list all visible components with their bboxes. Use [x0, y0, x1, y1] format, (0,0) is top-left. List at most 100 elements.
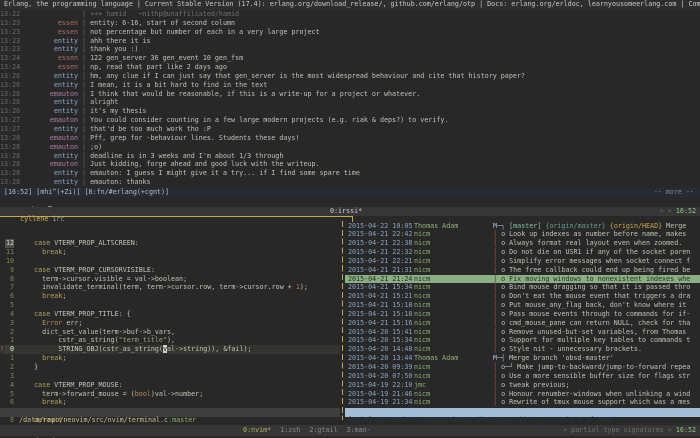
chat-line: 13:28emauton | Just kidding, forge ahead… [0, 160, 700, 169]
chat-message: ;o) [90, 143, 102, 151]
tig-statusbar: [main] 0e7219d437ce565a518b336a5db112eae… [345, 408, 700, 417]
clock-outer: 16:52 [676, 426, 696, 434]
code-line: 4 case VTERM_PROP_TITLE: { [0, 310, 340, 319]
commit-date: 2015-04-21 15:18 [348, 301, 414, 310]
tmux-window-tab-irssi[interactable]: 0:irssi* [330, 207, 362, 216]
code-line: 3 [0, 372, 340, 381]
code-line: 1 cstr_as_string("term_title"), [0, 336, 340, 345]
chat-line: 13:28emauton | Pff, grep for -behaviour … [0, 134, 700, 143]
chat-nick: entity [28, 107, 78, 116]
commit-author: nicm [414, 363, 493, 372]
commit-date: 2015-04-20 09:39 [348, 363, 414, 372]
code-line: 1 break; [0, 354, 340, 363]
commit-author: nicm [414, 230, 493, 239]
code-line: 10 [0, 257, 340, 266]
tmux-window-tab[interactable]: 3:man- [347, 426, 371, 434]
code-line: 7 invalidate_terminal(term, term->cursor… [0, 283, 340, 292]
tig-pane[interactable]: 2015-04-22 10:05Thomas AdamM─┐ [master] … [345, 222, 700, 408]
chat-message: emauton: thanks [90, 178, 150, 186]
chat-nick: entity [28, 125, 78, 134]
chat-line: 13:26entity | I mean, it is a bit hard t… [0, 81, 700, 90]
commit-row[interactable]: 2015-04-21 22:38nicm│ o Always format re… [345, 239, 700, 248]
chat-nick: entity [28, 81, 78, 90]
more-indicator: -- more -- [654, 188, 694, 197]
code-line: 3 Error err; [0, 319, 340, 328]
line-number: 6 [5, 292, 14, 301]
chat-nick: entity [28, 152, 78, 161]
chat-nick: emauton [28, 160, 78, 169]
commit-author: nicm [414, 372, 493, 381]
line-number: 7 [5, 283, 14, 292]
chat-line: 13:28entity | emauton: I guess I might g… [0, 169, 700, 178]
chat-message: I think that would be reasonable, if thi… [90, 90, 420, 98]
chat-message: entity: 6-16, start of second column [90, 19, 235, 27]
code-line: 9 case VTERM_PROP_CURSORVISIBLE: [0, 266, 340, 275]
commit-author: nicm [414, 283, 493, 292]
irc-input-line[interactable]: #erlang [0, 198, 700, 207]
chat-line: 13:26entity | alright [0, 98, 700, 107]
chat-line: 13:26entity | hm, any clue if I can just… [0, 72, 700, 81]
statusbar-arrows: » « [660, 207, 672, 215]
chat-message: hm, any clue if I can just say that gen_… [90, 72, 525, 80]
commit-date: 2015-04-21 22:42 [348, 230, 414, 239]
tmux-window-tab[interactable]: 0:nvim* [243, 426, 271, 434]
vim-pane[interactable]: 12 case VTERM_PROP_ALTSCREEN: 11 break; … [0, 222, 340, 438]
chat-line: 13:23entity | thank you :) [0, 45, 700, 54]
commit-row[interactable]: 2015-04-20 09:39nicm│ o─┘ Make jump-to-b… [345, 363, 700, 372]
chat-line: 13:22 | +++ hamid ~nithp@unaffiliated/ha… [0, 10, 700, 19]
chat-area[interactable]: 13:22 | +++ hamid ~nithp@unaffiliated/ha… [0, 10, 700, 187]
chat-nick: entity [28, 169, 78, 178]
tmux-window-tab[interactable]: 1:zsh [280, 426, 300, 434]
commit-row[interactable]: 2015-04-21 15:34nicm│ o Bind mouse dragg… [345, 283, 700, 292]
pane-border-horizontal[interactable] [0, 216, 353, 217]
commit-row[interactable]: 2015-04-21 22:42nicm│ o Look up indexes … [345, 230, 700, 239]
chat-nick: entity [28, 37, 78, 46]
commit-date: 2015-04-21 22:38 [348, 239, 414, 248]
pane-border-vertical[interactable] [342, 221, 343, 420]
chat-message: alright [90, 98, 118, 106]
commit-row[interactable]: 2015-04-20 13:44Thomas AdamM─┤ Merge bra… [345, 354, 700, 363]
commit-date: 2015-04-19 21:34 [348, 398, 414, 407]
commit-author: Thomas Adam [414, 354, 493, 363]
commit-date: 2015-04-21 15:21 [348, 292, 414, 301]
tmux-window-tab[interactable]: 2:gtail [309, 426, 337, 434]
commit-author: nicm [414, 310, 493, 319]
chat-message: I mean, it is a bit hard to find in the … [90, 81, 267, 89]
commit-row[interactable]: 2015-04-19 22:10jmc│ o tweak previous; [345, 381, 700, 390]
code-line: 6 break; [0, 292, 340, 301]
chat-nick: emauton [28, 143, 78, 152]
commit-row[interactable]: 2015-04-19 21:34nicm│ o Rewrite of tmux … [345, 398, 700, 407]
commit-row[interactable]: 2015-04-21 15:18nicm│ o Pass mouse event… [345, 310, 700, 319]
line-number: 9 [5, 266, 14, 275]
chat-nick: emauton [28, 116, 78, 125]
chat-line: 13:23essen | entity: 6-16, start of seco… [0, 19, 700, 28]
commit-author: nicm [414, 239, 493, 248]
commit-row[interactable]: 2015-04-21 15:16nicm│ o cmd_mouse_pane c… [345, 319, 700, 328]
tmux-statusbar-inner: cyllene irc 0:irssi* » « 16:52 [0, 207, 700, 217]
commit-row[interactable]: 2015-04-21 22:32nicm│ o Do not die on US… [345, 248, 700, 257]
line-number: 11 [5, 248, 14, 257]
line-number: 3 [5, 319, 14, 328]
commit-date: 2015-04-22 10:05 [348, 222, 414, 231]
chat-message: ahh there it is [90, 37, 150, 45]
line-number: 4 [5, 310, 14, 319]
terminal-window: Erlang, the programming language | Curre… [0, 0, 700, 438]
line-number: 5 [5, 390, 14, 399]
commit-row[interactable]: 2015-04-21 21:31nicm│ o The free callbac… [345, 266, 700, 275]
commit-row[interactable]: 2015-04-21 22:21nicm│ o Simplify error m… [345, 257, 700, 266]
code-line: 4 case VTERM_PROP_MOUSE: [0, 381, 340, 390]
chat-line: 13:24essen | 122 gen_server 36 gen_event… [0, 54, 700, 63]
chat-nick: entity [28, 45, 78, 54]
clock: 16:52 [676, 207, 696, 215]
commit-row[interactable]: 2015-04-21 15:21nicm│ o Don't eat the mo… [345, 292, 700, 301]
code-line: !0 STRING_OBJ(cstr_as_string(val->string… [0, 345, 340, 354]
commit-row[interactable]: 2015-04-20 15:34nicm│ o Support for mult… [345, 336, 700, 345]
commit-row[interactable]: 2015-04-20 14:48nicm│ o Style nit - unne… [345, 345, 700, 354]
line-number: 2 [5, 363, 14, 372]
chat-line: 13:24essen | np, read that part like 2 d… [0, 63, 700, 72]
commit-row[interactable]: 2015-04-20 07:50nicm│ o Use a more sensi… [345, 372, 700, 381]
commit-row[interactable]: 2015-04-21 15:18nicm│ o Put mouse_any_fl… [345, 301, 700, 310]
line-number: 4 [5, 381, 14, 390]
commit-date: 2015-04-19 21:46 [348, 390, 414, 399]
line-number: 1 [5, 336, 14, 345]
